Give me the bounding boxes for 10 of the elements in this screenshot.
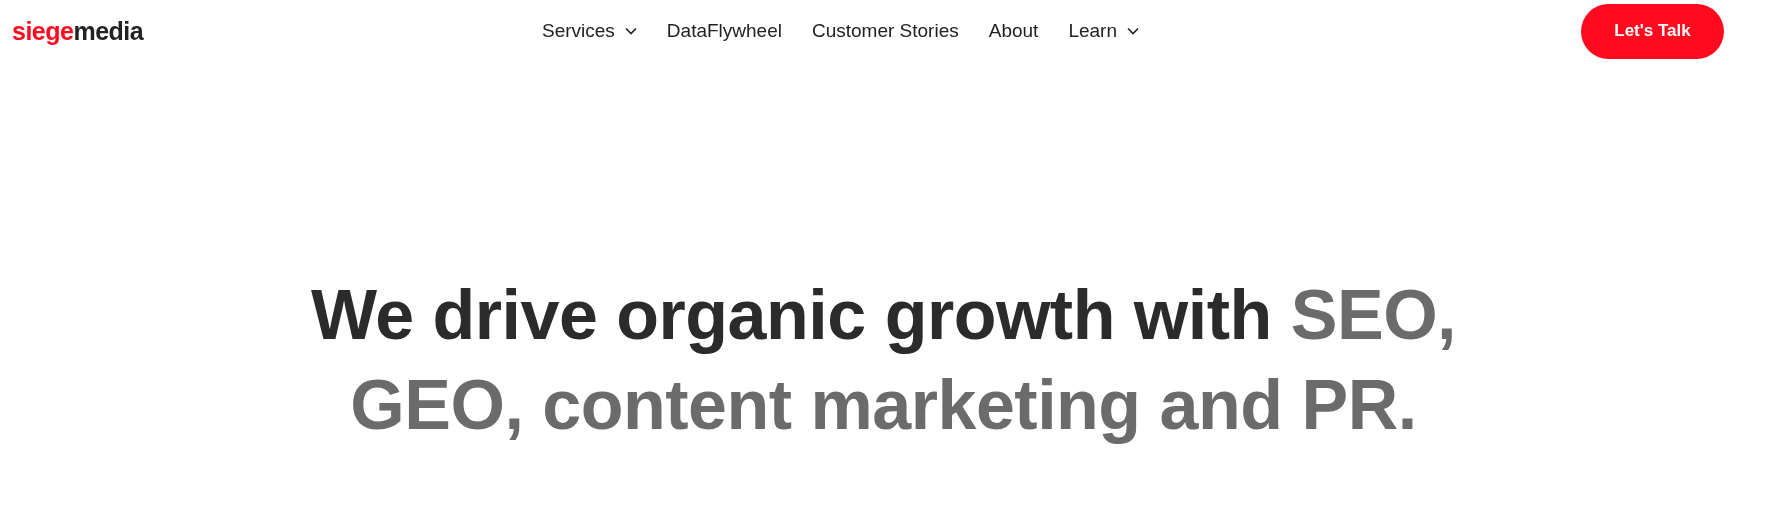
nav-link[interactable]: DataFlywheel: [666, 20, 782, 42]
chevron-down-icon: [624, 27, 637, 35]
lets-talk-button[interactable]: Let's Talk: [1581, 3, 1724, 59]
nav-link[interactable]: Services: [542, 20, 637, 42]
nav-link[interactable]: Learn: [1068, 20, 1139, 42]
chevron-down-icon: [1127, 27, 1139, 35]
logo[interactable]: siegemedia: [12, 16, 542, 46]
nav-link[interactable]: About: [988, 20, 1039, 42]
headline: We drive organic growth with SEO, GEO, content marketing and PR.: [309, 275, 1458, 446]
nav-link[interactable]: Customer Stories: [811, 20, 959, 42]
